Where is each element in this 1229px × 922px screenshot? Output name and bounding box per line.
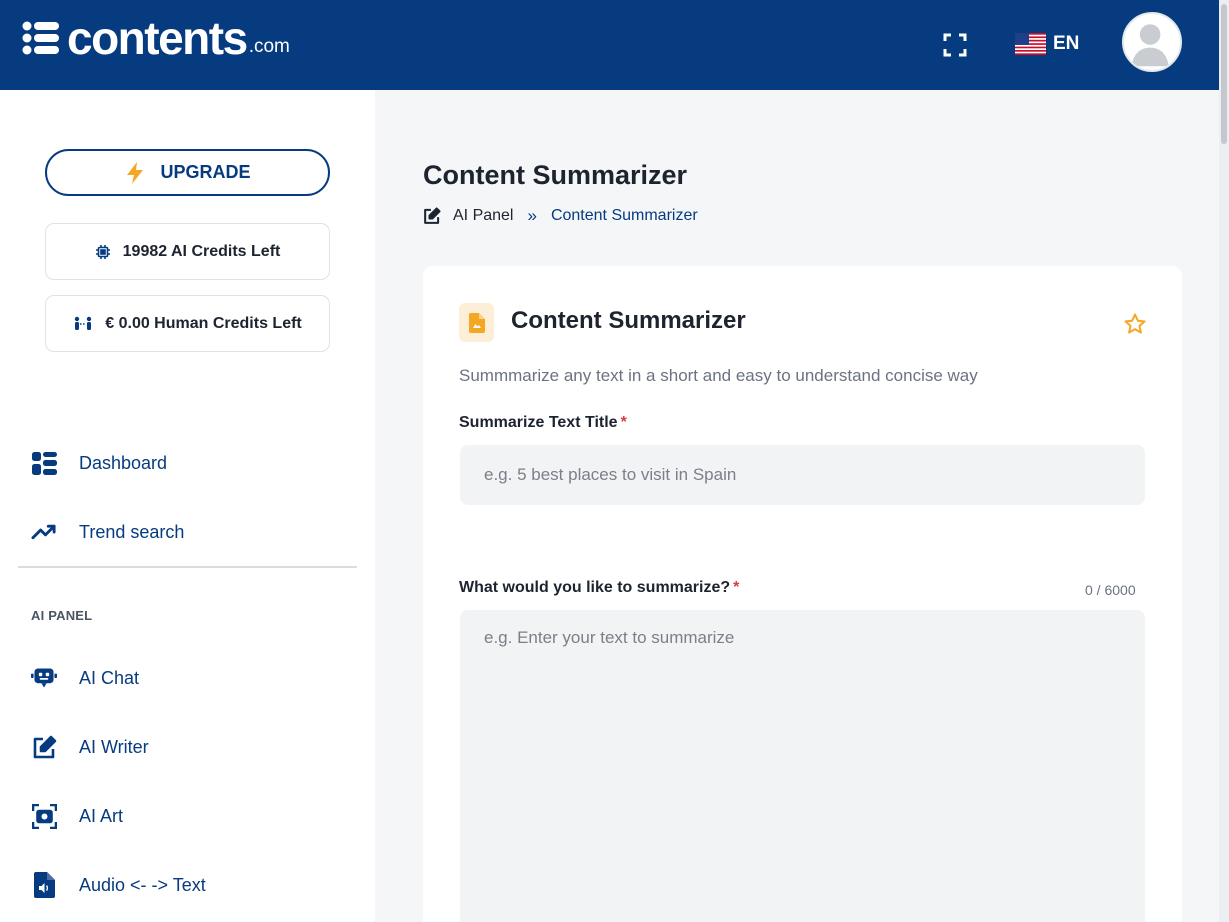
breadcrumb: AI Panel » Content Summarizer [423,206,698,226]
human-credits-text: € 0.00 Human Credits Left [105,314,302,332]
upgrade-label: UPGRADE [160,162,251,182]
logo-text: contents [67,12,248,64]
page-title: Content Summarizer [423,160,688,190]
ai-credits-box: 19982 AI Credits Left [45,223,330,280]
nav-divider [18,566,357,568]
people-exchange-icon [73,316,93,332]
logo-list-icon [22,21,59,55]
nav-label-dashboard: Dashboard [79,452,168,473]
upgrade-button[interactable]: UPGRADE [45,149,330,196]
nav-item-dashboard[interactable]: Dashboard [31,450,167,476]
breadcrumb-ai-panel[interactable]: AI Panel [453,207,513,225]
breadcrumb-current[interactable]: Content Summarizer [551,207,698,225]
page-scrollbar-thumb[interactable] [1221,4,1227,144]
user-avatar-icon [1131,24,1169,67]
card-description: Summmarize any text in a short and easy … [459,366,978,385]
lightning-icon [127,161,144,184]
trend-icon [31,519,57,545]
nav-item-trend-search[interactable]: Trend search [31,519,184,545]
edit-icon [31,734,57,760]
human-credits-box: € 0.00 Human Credits Left [45,295,330,352]
nav-item-ai-chat[interactable]: AI Chat [31,665,139,691]
nav-label-trend-search: Trend search [79,521,185,542]
dashboard-icon [31,450,57,476]
nav-item-ai-writer[interactable]: AI Writer [31,734,149,760]
nav-label-ai-chat: AI Chat [79,667,140,688]
logo-tld: .com [248,36,290,57]
breadcrumb-separator: » [527,206,537,225]
required-marker: * [733,579,740,596]
us-flag-icon [1015,33,1046,55]
required-marker: * [620,414,627,431]
nav-label-audio-text: Audio <- -> Text [79,874,206,895]
language-selector[interactable]: EN [1015,33,1079,55]
sidebar: UPGRADE 19982 AI Credits Left € 0.00 Hum… [0,90,375,922]
text-field-label: What would you like to summarize? * [459,579,739,597]
chip-icon [95,244,111,260]
favorite-star-icon[interactable] [1123,312,1147,336]
card-title: Content Summarizer [511,307,746,334]
camera-icon [31,803,57,829]
text-field-label-text: What would you like to summarize? [459,579,731,596]
nav-label-ai-writer: AI Writer [79,736,149,757]
summarize-title-input[interactable] [460,445,1145,505]
contents-logo[interactable]: contents .com [22,12,290,64]
ai-credits-text: 19982 AI Credits Left [122,242,281,260]
section-label-ai-panel: AI PANEL [31,608,93,623]
audio-file-icon [31,872,57,898]
summarize-text-input[interactable] [460,610,1145,922]
nav-item-ai-art[interactable]: AI Art [31,803,123,829]
character-counter: 0 / 6000 [1085,582,1136,598]
nav-item-audio-text[interactable]: Audio <- -> Text [31,872,206,898]
title-field-label: Summarize Text Title * [459,414,627,432]
nav-label-ai-art: AI Art [79,805,124,826]
title-field-label-text: Summarize Text Title [459,414,618,431]
summarizer-card: Content Summarizer Summmarize any text i… [423,266,1182,922]
language-label: EN [1053,33,1080,54]
robot-icon [31,665,57,691]
top-header: contents .com EN [0,0,1229,90]
user-avatar[interactable] [1122,12,1182,72]
fullscreen-icon[interactable] [943,33,967,57]
document-icon [459,303,494,342]
edit-icon [423,207,441,225]
